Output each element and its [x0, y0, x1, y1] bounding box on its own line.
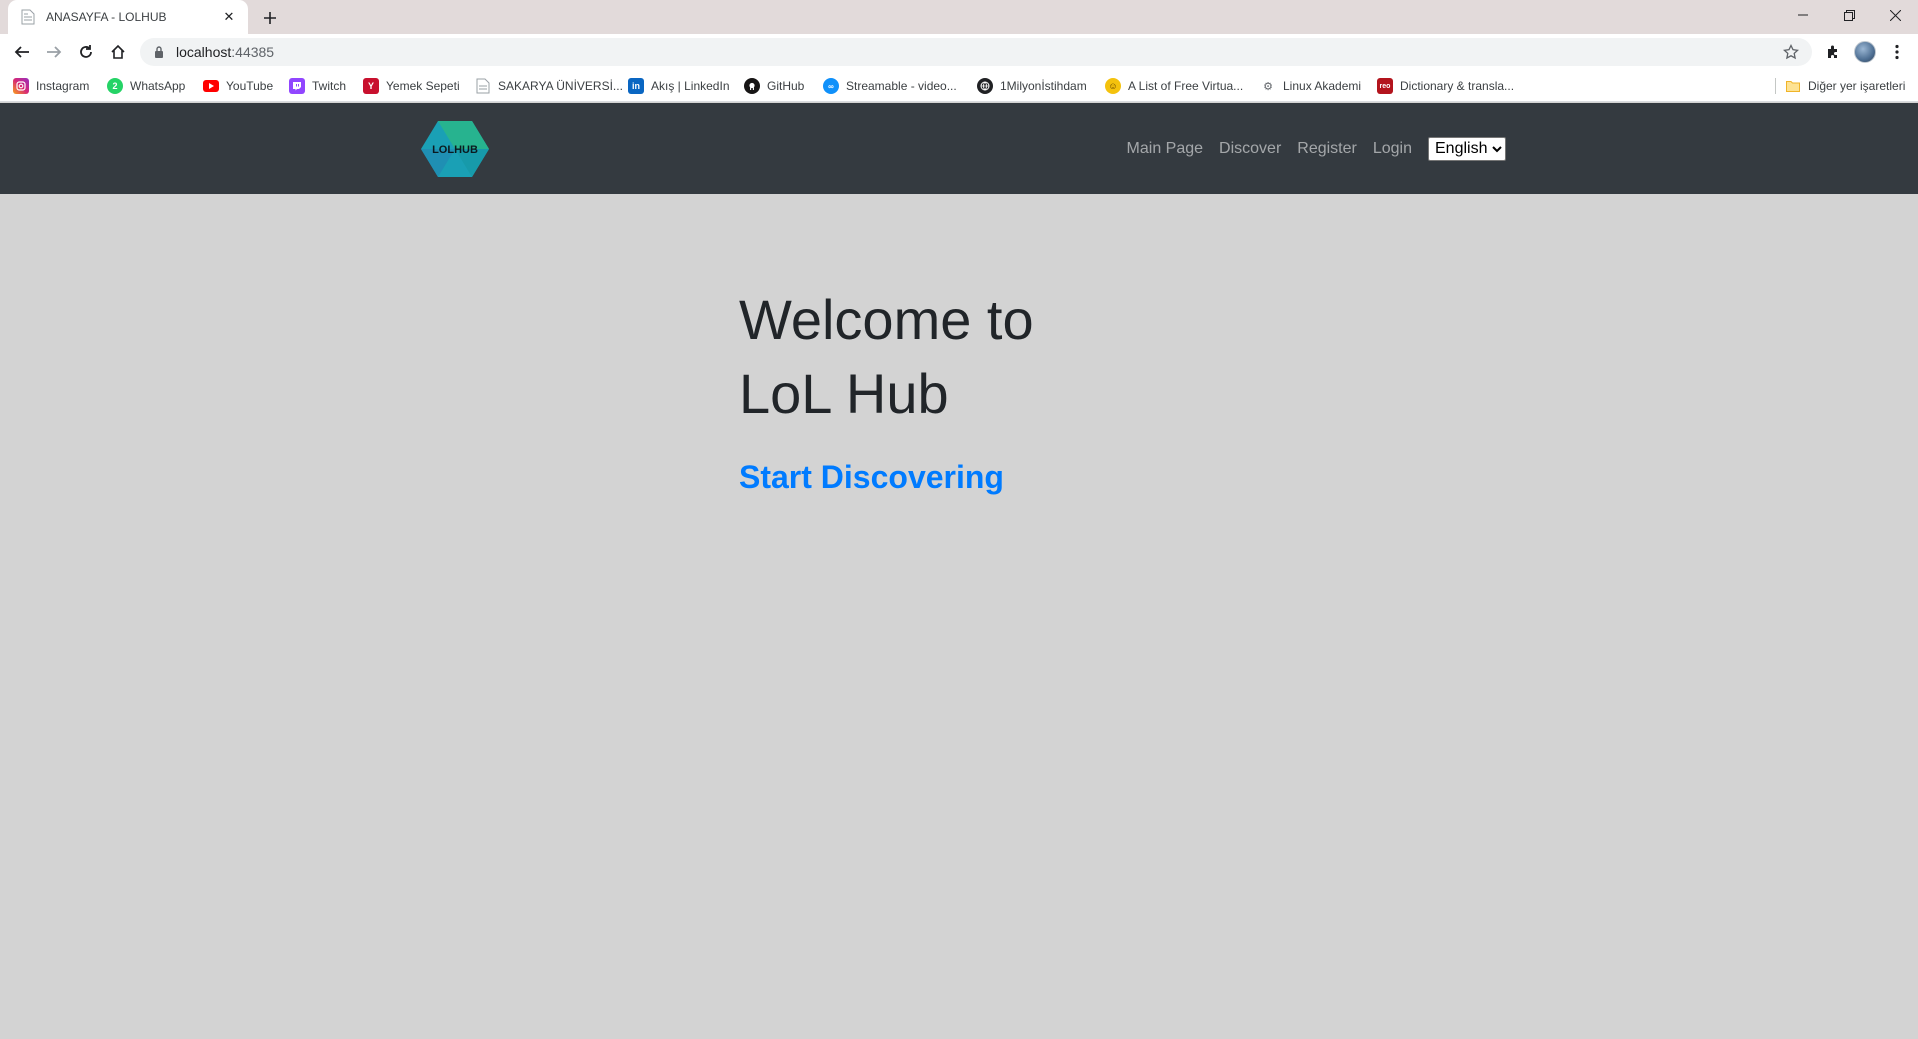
- bookmark-linux-akademi[interactable]: ⚙ Linux Akademi: [1260, 77, 1361, 95]
- hero-title: Welcome to LoL Hub: [739, 283, 1159, 431]
- folder-icon: [1785, 78, 1801, 94]
- forward-icon[interactable]: [41, 39, 67, 65]
- linux-icon: ⚙: [1263, 80, 1273, 93]
- globe-icon: [977, 78, 993, 94]
- hero-section: Welcome to LoL Hub Start Discovering: [739, 283, 1159, 496]
- tab-title: ANASAYFA - LOLHUB: [46, 10, 167, 24]
- bookmark-twitch[interactable]: Twitch: [289, 77, 346, 95]
- close-tab-icon[interactable]: ✕: [220, 8, 238, 26]
- linkedin-icon: in: [628, 78, 644, 94]
- github-icon: [744, 78, 760, 94]
- dictionary-icon: reo: [1377, 78, 1393, 94]
- bookmark-instagram[interactable]: Instagram: [13, 77, 89, 95]
- hero-title-line1: Welcome to: [739, 288, 1034, 351]
- language-select[interactable]: English: [1428, 136, 1506, 161]
- bookmark-whatsapp[interactable]: 2 WhatsApp: [107, 77, 185, 95]
- address-bar[interactable]: localhost:44385: [140, 38, 1812, 66]
- emoji-icon: ☺: [1105, 78, 1121, 94]
- nav-login[interactable]: Login: [1373, 140, 1412, 158]
- browser-toolbar: localhost:44385: [0, 34, 1918, 70]
- home-icon[interactable]: [105, 39, 131, 65]
- nav-main-page[interactable]: Main Page: [1127, 140, 1204, 158]
- nav-discover[interactable]: Discover: [1219, 140, 1281, 158]
- browser-tab[interactable]: ANASAYFA - LOLHUB ✕: [8, 0, 248, 34]
- minimize-icon[interactable]: [1780, 0, 1826, 30]
- bookmark-streamable[interactable]: ∞ Streamable - video...: [823, 77, 957, 95]
- streamable-icon: ∞: [823, 78, 839, 94]
- new-tab-icon[interactable]: [258, 6, 282, 30]
- url-host: localhost: [176, 44, 232, 60]
- bookmark-star-icon[interactable]: [1782, 43, 1800, 61]
- youtube-icon: [203, 80, 219, 92]
- profile-avatar[interactable]: [1852, 39, 1878, 65]
- restore-icon[interactable]: [1826, 0, 1872, 30]
- bookmark-1milyon[interactable]: 1Milyonİstihdam: [977, 77, 1087, 95]
- bookmark-dictionary[interactable]: reo Dictionary & transla...: [1377, 77, 1514, 95]
- menu-kebab-icon[interactable]: [1884, 39, 1910, 65]
- extensions-puzzle-icon[interactable]: [1820, 39, 1846, 65]
- hero-title-line2: LoL Hub: [739, 362, 949, 425]
- instagram-icon: [13, 78, 29, 94]
- start-discovering-link[interactable]: Start Discovering: [739, 459, 1004, 496]
- bookmark-yemeksepeti[interactable]: Y Yemek Sepeti: [363, 77, 460, 95]
- yemeksepeti-icon: Y: [363, 78, 379, 94]
- url-port: :44385: [231, 44, 275, 60]
- page-favicon-icon: [20, 9, 36, 25]
- bookmark-youtube[interactable]: YouTube: [203, 77, 273, 95]
- back-icon[interactable]: [9, 39, 35, 65]
- nav-register[interactable]: Register: [1297, 140, 1357, 158]
- browser-tab-strip: ANASAYFA - LOLHUB ✕: [0, 0, 1918, 34]
- bookmark-free-virtual[interactable]: ☺ A List of Free Virtua...: [1105, 77, 1243, 95]
- bookmark-github[interactable]: GitHub: [744, 77, 804, 95]
- whatsapp-icon: 2: [107, 78, 123, 94]
- bookmarks-bar: Instagram 2 WhatsApp YouTube Twitch Y Ye…: [0, 70, 1918, 102]
- bookmark-sakarya[interactable]: SAKARYA ÜNİVERSİ...: [475, 77, 623, 95]
- lock-icon[interactable]: [152, 45, 166, 59]
- page-icon: [475, 78, 491, 94]
- reload-icon[interactable]: [73, 39, 99, 65]
- bookmarks-separator: [1775, 78, 1776, 94]
- logo-text: LOLHUB: [432, 144, 478, 156]
- bookmark-linkedin[interactable]: in Akış | LinkedIn: [628, 77, 730, 95]
- other-bookmarks-folder[interactable]: Diğer yer işaretleri: [1785, 77, 1905, 95]
- twitch-icon: [289, 78, 305, 94]
- lolhub-logo[interactable]: LOLHUB: [420, 119, 490, 179]
- close-window-icon[interactable]: [1872, 0, 1918, 30]
- site-navbar: LOLHUB Main Page Discover Register Login…: [0, 103, 1918, 194]
